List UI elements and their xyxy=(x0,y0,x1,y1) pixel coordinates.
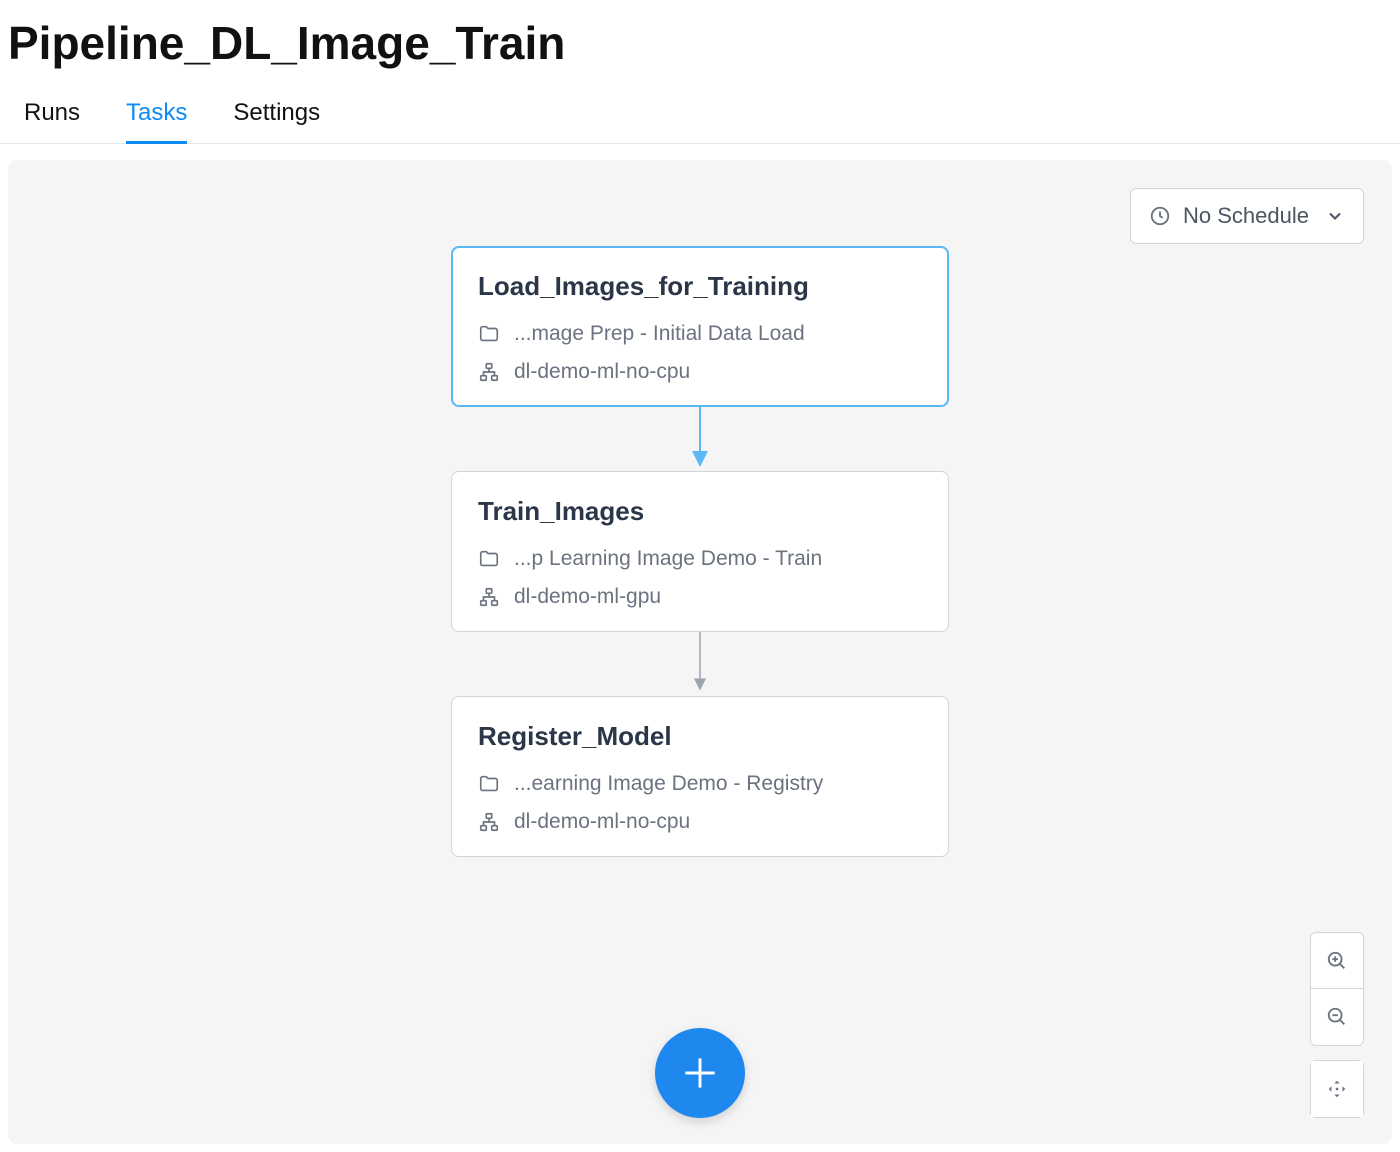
zoom-in-button[interactable] xyxy=(1311,933,1363,989)
folder-icon xyxy=(478,323,500,345)
task-cluster-row: dl-demo-ml-no-cpu xyxy=(478,810,922,834)
arrow-1 xyxy=(451,407,949,471)
plus-icon xyxy=(678,1051,722,1095)
task-node-load-images[interactable]: Load_Images_for_Training ...mage Prep - … xyxy=(451,246,949,407)
clock-icon xyxy=(1149,205,1171,227)
tab-settings[interactable]: Settings xyxy=(233,91,320,144)
recenter-button[interactable] xyxy=(1311,1061,1363,1117)
recenter-icon xyxy=(1326,1078,1348,1100)
task-folder-row: ...mage Prep - Initial Data Load xyxy=(478,322,922,346)
task-cluster-row: dl-demo-ml-no-cpu xyxy=(478,360,922,384)
zoom-out-button[interactable] xyxy=(1311,989,1363,1045)
task-folder-text: ...p Learning Image Demo - Train xyxy=(514,547,822,571)
task-node-register-model[interactable]: Register_Model ...earning Image Demo - R… xyxy=(451,696,949,857)
task-node-title: Register_Model xyxy=(478,721,922,752)
task-cluster-text: dl-demo-ml-no-cpu xyxy=(514,360,690,384)
task-cluster-text: dl-demo-ml-no-cpu xyxy=(514,810,690,834)
task-folder-text: ...earning Image Demo - Registry xyxy=(514,772,823,796)
cluster-icon xyxy=(478,811,500,833)
tabs-bar: Runs Tasks Settings xyxy=(0,90,1400,144)
cluster-icon xyxy=(478,361,500,383)
zoom-out-icon xyxy=(1326,1006,1348,1028)
task-folder-row: ...earning Image Demo - Registry xyxy=(478,772,922,796)
add-task-button[interactable] xyxy=(655,1028,745,1118)
task-node-title: Train_Images xyxy=(478,496,922,527)
schedule-dropdown[interactable]: No Schedule xyxy=(1130,188,1364,244)
arrow-2 xyxy=(451,632,949,696)
task-folder-row: ...p Learning Image Demo - Train xyxy=(478,547,922,571)
task-folder-text: ...mage Prep - Initial Data Load xyxy=(514,322,805,346)
task-cluster-row: dl-demo-ml-gpu xyxy=(478,585,922,609)
task-node-train-images[interactable]: Train_Images ...p Learning Image Demo - … xyxy=(451,471,949,632)
task-cluster-text: dl-demo-ml-gpu xyxy=(514,585,661,609)
tab-runs[interactable]: Runs xyxy=(24,91,80,144)
tab-tasks[interactable]: Tasks xyxy=(126,91,187,144)
folder-icon xyxy=(478,773,500,795)
page-title: Pipeline_DL_Image_Train xyxy=(0,0,1400,90)
cluster-icon xyxy=(478,586,500,608)
chevron-down-icon xyxy=(1325,206,1345,226)
task-node-title: Load_Images_for_Training xyxy=(478,271,922,302)
folder-icon xyxy=(478,548,500,570)
pipeline-canvas[interactable]: No Schedule Load_Images_for_Training ...… xyxy=(8,160,1392,1144)
schedule-label: No Schedule xyxy=(1183,203,1309,229)
pipeline-graph: Load_Images_for_Training ...mage Prep - … xyxy=(451,246,949,857)
zoom-in-icon xyxy=(1326,950,1348,972)
zoom-controls xyxy=(1310,932,1364,1118)
